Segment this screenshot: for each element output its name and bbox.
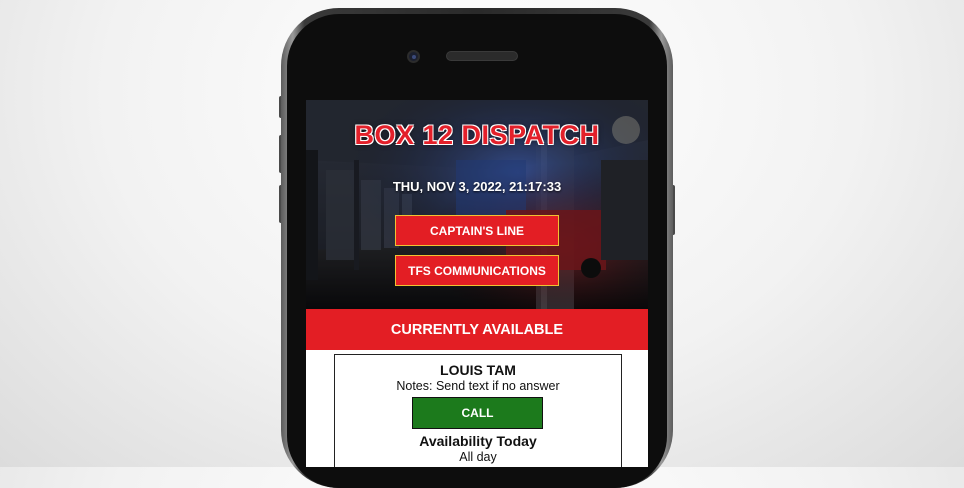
captains-line-button[interactable]: CAPTAIN'S LINE [395,215,559,246]
front-camera [407,50,420,63]
phone-screen: BOX 12 DISPATCH THU, NOV 3, 2022, 21:17:… [306,100,648,467]
person-notes: Notes: Send text if no answer [396,379,560,393]
availability-title: Availability Today [419,433,537,449]
currently-available-heading: CURRENTLY AVAILABLE [306,309,648,350]
current-datetime: THU, NOV 3, 2022, 21:17:33 [392,179,562,194]
available-person-card: LOUIS TAM Notes: Send text if no answer … [334,354,622,467]
call-button[interactable]: CALL [412,397,543,429]
tfs-communications-button[interactable]: TFS COMMUNICATIONS [395,255,559,286]
page-title: BOX 12 DISPATCH [354,120,600,150]
hero-banner: BOX 12 DISPATCH THU, NOV 3, 2022, 21:17:… [306,100,648,309]
person-name: LOUIS TAM [440,362,516,378]
availability-value: All day [459,450,497,464]
earpiece-speaker [446,51,518,61]
